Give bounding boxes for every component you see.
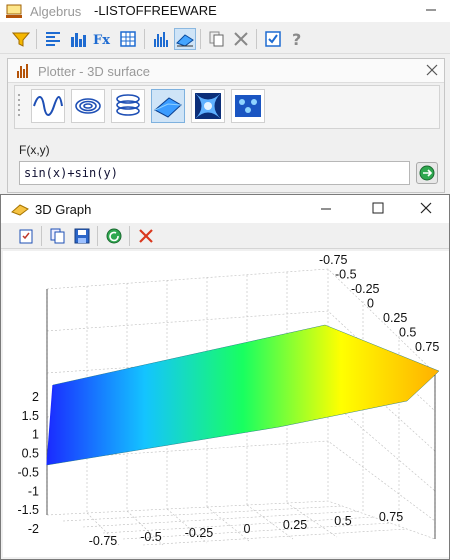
surface-type-surface-icon[interactable]	[151, 89, 185, 123]
x-tick-label: -0.25	[185, 526, 214, 540]
minimize-button[interactable]	[319, 203, 333, 215]
surface-icon[interactable]	[174, 28, 196, 50]
graph-window: 3D Graph -0.75 -0.5 -0.25 0 0.25 0.5 0.7…	[0, 194, 450, 560]
z-tick-label: 1	[32, 428, 39, 442]
check-icon[interactable]	[262, 28, 284, 50]
surface-mesh	[46, 324, 440, 466]
copy-icon[interactable]	[206, 28, 228, 50]
minimize-button[interactable]	[418, 2, 444, 18]
plot-button[interactable]	[416, 162, 438, 184]
y-tick-label: -0.75	[319, 253, 348, 267]
z-tick-label: 1.5	[22, 409, 39, 423]
x-tick-label: -0.75	[89, 534, 118, 548]
coil-icon[interactable]	[111, 89, 145, 123]
copy-icon[interactable]	[47, 225, 69, 247]
svg-text:Fx: Fx	[93, 33, 110, 47]
close-icon[interactable]	[426, 64, 438, 76]
save-icon[interactable]	[71, 225, 93, 247]
plotter-panel: Plotter - 3D surface F(x,y) sin(x)+sin(y…	[7, 58, 445, 193]
pillow-icon[interactable]	[191, 89, 225, 123]
y-tick-label: 0.75	[415, 340, 439, 354]
y-tick-label: -0.25	[351, 282, 380, 296]
y-tick-label: -0.5	[335, 268, 357, 282]
function-label: F(x,y)	[19, 143, 50, 157]
x-tick-label: -0.5	[140, 530, 162, 544]
z-tick-label: -1	[28, 484, 39, 498]
grip-handle[interactable]	[17, 92, 23, 122]
main-toolbar: Fx ?	[0, 24, 450, 54]
plotter-title: Plotter - 3D surface	[38, 64, 150, 79]
x-tick-label: 0.5	[334, 514, 351, 528]
graph-title-bar: 3D Graph	[1, 195, 449, 223]
computer-icon	[6, 4, 22, 18]
align-left-icon[interactable]	[42, 28, 64, 50]
bar-chart-icon[interactable]	[67, 28, 89, 50]
toolbar-separator	[256, 29, 257, 49]
sine-wave-icon[interactable]	[31, 89, 65, 123]
y-tick-label: 0.25	[383, 311, 407, 325]
y-tick-label: 0	[367, 297, 374, 311]
close-icon[interactable]	[230, 28, 252, 50]
svg-text:?: ?	[292, 31, 301, 47]
y-tick-label: 0.5	[399, 326, 416, 340]
histogram-icon	[17, 64, 28, 78]
delete-icon[interactable]	[135, 225, 157, 247]
z-tick-label: 2	[32, 390, 39, 404]
toolbar-separator	[129, 226, 130, 246]
close-button[interactable]	[419, 201, 433, 215]
toolbar-separator	[200, 29, 201, 49]
surface-chart: -0.75-0.5-0.2500.250.50.75 -2-1.5-1-0.50…	[17, 253, 440, 548]
x-axis-ticks: -0.75 -0.5 -0.25 0 0.25 0.5 0.75	[89, 510, 403, 548]
z-tick-label: 0.5	[22, 447, 39, 461]
z-tick-label: -0.5	[17, 465, 39, 479]
x-tick-label: 0	[244, 522, 251, 536]
surface-type-bar	[14, 85, 440, 129]
toolbar-separator	[41, 226, 42, 246]
plot-go-icon	[419, 165, 435, 181]
toolbar-separator	[36, 29, 37, 49]
toolbar-separator	[97, 226, 98, 246]
dots-icon[interactable]	[231, 89, 265, 123]
help-icon[interactable]: ?	[286, 28, 308, 50]
function-input[interactable]: sin(x)+sin(y)	[19, 161, 410, 185]
save-report-icon[interactable]	[15, 225, 37, 247]
surface-icon	[11, 204, 29, 216]
surface-plot[interactable]: -0.75 -0.5 -0.25 0 0.25 0.5 0.75 -2 -1.5 -1 -0.5 0…	[3, 251, 449, 557]
z-tick-label: -1.5	[17, 503, 39, 517]
graph-window-title: 3D Graph	[35, 202, 92, 217]
table-icon[interactable]	[117, 28, 139, 50]
x-tick-label: 0.25	[283, 518, 307, 532]
plotter-header: Plotter - 3D surface	[8, 59, 444, 83]
maximize-button[interactable]	[371, 201, 385, 215]
app-title-bar: Algebrus -LISTOFFREEWARE	[0, 0, 450, 22]
graph-toolbar	[1, 223, 449, 249]
fx-icon[interactable]: Fx	[92, 28, 114, 50]
histogram-icon[interactable]	[150, 28, 172, 50]
toolbar-separator	[144, 29, 145, 49]
app-name: Algebrus	[30, 4, 82, 19]
document-title: -LISTOFFREEWARE	[94, 3, 217, 18]
refresh-icon[interactable]	[103, 225, 125, 247]
x-tick-label: 0.75	[379, 510, 403, 524]
spiral-icon[interactable]	[71, 89, 105, 123]
z-axis-ticks: -2 -1.5 -1 -0.5 0.5 1 1.5 2	[17, 390, 39, 536]
funnel-icon[interactable]	[10, 28, 32, 50]
z-tick-label: -2	[28, 522, 39, 536]
